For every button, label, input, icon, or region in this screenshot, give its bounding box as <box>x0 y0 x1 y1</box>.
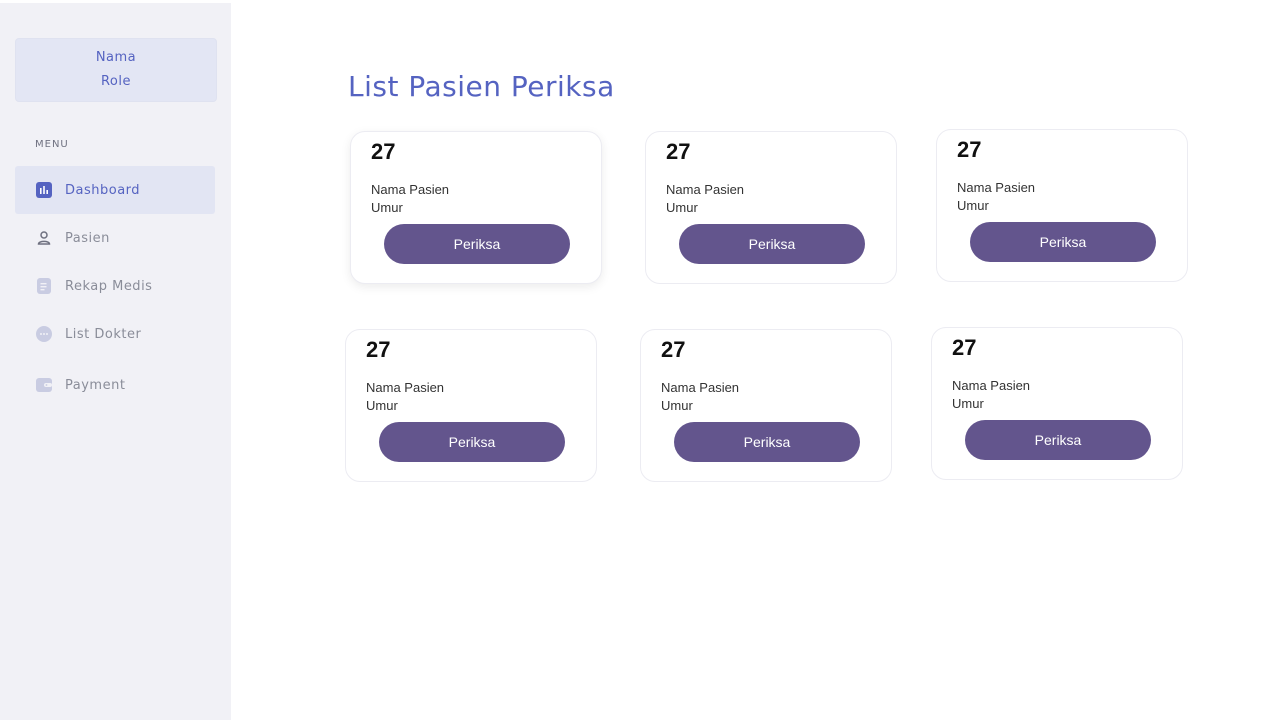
user-icon <box>36 230 52 246</box>
sidebar-item-rekap-medis[interactable]: Rekap Medis <box>15 262 215 310</box>
sidebar: Nama Role MENU Dashboard Pasien Rekap Me… <box>0 3 231 720</box>
patient-card: 27 Nama Pasien Umur Periksa <box>936 129 1188 282</box>
sidebar-item-list-dokter[interactable]: List Dokter <box>15 310 215 358</box>
periksa-button[interactable]: Periksa <box>674 422 860 462</box>
periksa-button[interactable]: Periksa <box>384 224 570 264</box>
page-title: List Pasien Periksa <box>348 70 615 103</box>
dashboard-icon <box>36 182 52 198</box>
profile-name: Nama <box>95 50 137 65</box>
wallet-icon <box>36 377 52 393</box>
profile-role: Role <box>100 74 131 89</box>
sidebar-item-payment[interactable]: Payment <box>15 361 215 409</box>
document-icon <box>36 278 52 294</box>
patient-age: Umur <box>952 396 984 411</box>
patient-age: Umur <box>661 398 693 413</box>
patient-age: Umur <box>366 398 398 413</box>
sidebar-item-dashboard[interactable]: Dashboard <box>15 166 215 214</box>
sidebar-item-label: Payment <box>65 377 126 393</box>
periksa-button[interactable]: Periksa <box>965 420 1151 460</box>
sidebar-item-pasien[interactable]: Pasien <box>15 214 215 262</box>
patient-card: 27 Nama Pasien Umur Periksa <box>645 131 897 284</box>
patient-card: 27 Nama Pasien Umur Periksa <box>931 327 1183 480</box>
periksa-button[interactable]: Periksa <box>379 422 565 462</box>
patient-age: Umur <box>371 200 403 215</box>
patient-card: 27 Nama Pasien Umur Periksa <box>345 329 597 482</box>
chat-icon <box>36 326 52 342</box>
patient-number: 27 <box>952 335 977 360</box>
patient-name: Nama Pasien <box>371 182 450 197</box>
patient-name: Nama Pasien <box>661 380 740 395</box>
patient-number: 27 <box>666 139 691 164</box>
patient-name: Nama Pasien <box>666 182 745 197</box>
patient-number: 27 <box>366 337 391 362</box>
patient-age: Umur <box>957 198 989 213</box>
profile-box: Nama Role <box>15 38 217 102</box>
patient-number: 27 <box>957 137 982 162</box>
patient-name: Nama Pasien <box>957 180 1036 195</box>
patient-name: Nama Pasien <box>952 378 1031 393</box>
patient-card: 27 Nama Pasien Umur Periksa <box>640 329 892 482</box>
patient-age: Umur <box>666 200 698 215</box>
menu-heading: MENU <box>35 139 69 150</box>
sidebar-item-label: List Dokter <box>65 326 142 342</box>
periksa-button[interactable]: Periksa <box>970 222 1156 262</box>
patient-name: Nama Pasien <box>366 380 445 395</box>
sidebar-item-label: Dashboard <box>65 182 141 198</box>
sidebar-item-label: Pasien <box>65 230 110 246</box>
patient-number: 27 <box>371 139 396 164</box>
patient-number: 27 <box>661 337 686 362</box>
patient-card: 27 Nama Pasien Umur Periksa <box>350 131 602 284</box>
periksa-button[interactable]: Periksa <box>679 224 865 264</box>
sidebar-item-label: Rekap Medis <box>65 278 153 294</box>
